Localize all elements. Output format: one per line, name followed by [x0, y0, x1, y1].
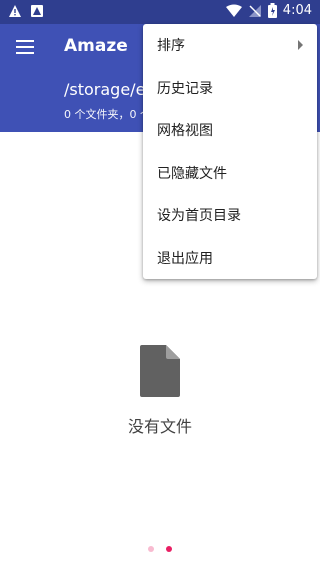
menu-item-label: 设为首页目录 [157, 208, 241, 225]
menu-icon[interactable] [16, 40, 34, 54]
no-signal-icon [248, 4, 261, 17]
status-time: 4:04 [282, 3, 312, 18]
menu-item-sort[interactable]: 排序 [143, 24, 317, 67]
submenu-arrow-icon [298, 40, 303, 51]
status-bar: 4:04 [0, 0, 320, 24]
page-dot-inactive[interactable] [148, 546, 154, 552]
overflow-menu: 排序 历史记录 网格视图 已隐藏文件 设为首页目录 退出应用 [143, 24, 317, 279]
menu-item-label: 历史记录 [157, 80, 213, 97]
menu-item-grid-view[interactable]: 网格视图 [143, 109, 317, 152]
menu-item-label: 已隐藏文件 [157, 165, 227, 182]
file-icon [140, 345, 180, 397]
menu-item-label: 退出应用 [157, 250, 213, 267]
menu-item-exit[interactable]: 退出应用 [143, 237, 317, 280]
menu-item-label: 网格视图 [157, 123, 213, 140]
app-title: Amaze [64, 36, 128, 56]
empty-state-label: 没有文件 [127, 417, 192, 436]
menu-item-label: 排序 [157, 38, 185, 55]
menu-item-hidden-files[interactable]: 已隐藏文件 [143, 152, 317, 195]
app-notification-icon [31, 5, 43, 17]
battery-icon [267, 3, 277, 18]
warning-icon [9, 5, 21, 17]
menu-item-set-home[interactable]: 设为首页目录 [143, 194, 317, 237]
empty-state: 没有文件 [0, 345, 320, 437]
wifi-icon [225, 4, 242, 17]
page-indicator [0, 546, 320, 552]
menu-item-history[interactable]: 历史记录 [143, 67, 317, 110]
page-dot-active[interactable] [166, 546, 172, 552]
